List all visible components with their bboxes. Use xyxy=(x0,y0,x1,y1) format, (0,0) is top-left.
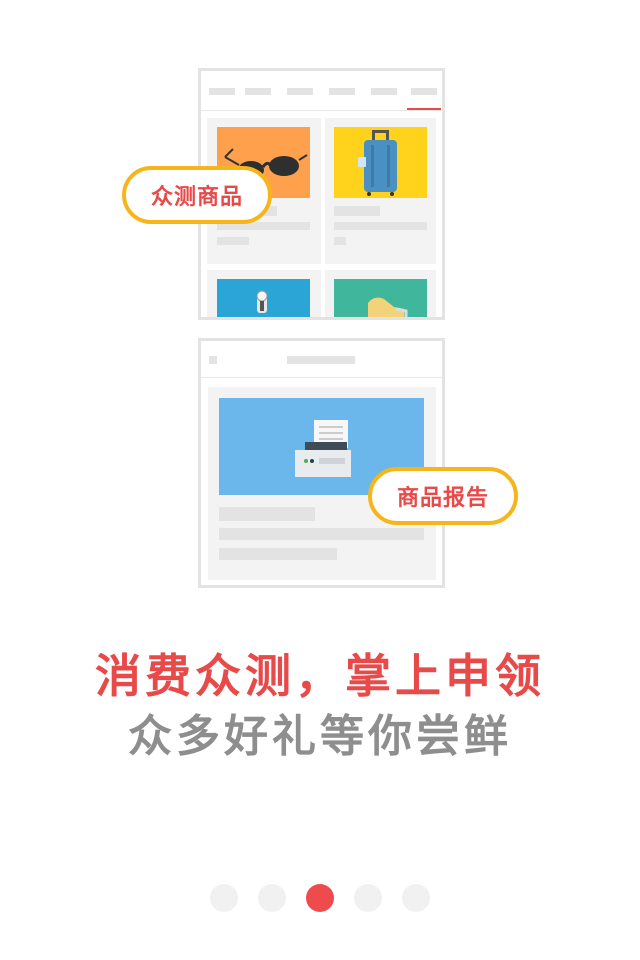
tab-placeholder xyxy=(411,88,437,95)
text-placeholder xyxy=(217,237,249,245)
text-placeholder xyxy=(219,548,337,560)
callout-label: 商品报告 xyxy=(396,486,489,511)
product-card xyxy=(325,118,436,264)
crowd-test-products-callout: 众测商品 xyxy=(122,166,272,224)
divider xyxy=(201,110,442,111)
title-placeholder xyxy=(287,356,355,364)
page-dot[interactable] xyxy=(402,884,430,912)
text-placeholder xyxy=(334,237,346,245)
tab-placeholder xyxy=(371,88,397,95)
suitcase-icon xyxy=(334,127,427,198)
divider xyxy=(201,377,442,378)
back-placeholder xyxy=(209,356,217,364)
callout-label: 众测商品 xyxy=(150,185,243,210)
headline-secondary: 众多好礼等你尝鲜 xyxy=(128,711,512,762)
product-report-callout: 商品报告 xyxy=(368,467,518,525)
text-placeholder xyxy=(334,206,380,216)
tab-placeholder xyxy=(209,88,235,95)
page-dot[interactable] xyxy=(354,884,382,912)
product-card xyxy=(325,270,436,317)
tab-placeholder xyxy=(245,88,271,95)
microscope-icon xyxy=(217,279,310,317)
page-dot-active[interactable] xyxy=(306,884,334,912)
shoe-icon xyxy=(334,279,427,317)
text-placeholder xyxy=(219,528,424,540)
text-placeholder xyxy=(219,507,315,521)
tab-placeholder xyxy=(287,88,313,95)
page-dot[interactable] xyxy=(210,884,238,912)
headline-primary: 消费众测，掌上申领 xyxy=(95,649,545,703)
text-placeholder xyxy=(334,222,427,230)
product-report-illustration xyxy=(198,338,445,588)
page-dot[interactable] xyxy=(258,884,286,912)
tab-placeholder xyxy=(329,88,355,95)
product-card xyxy=(207,270,321,317)
